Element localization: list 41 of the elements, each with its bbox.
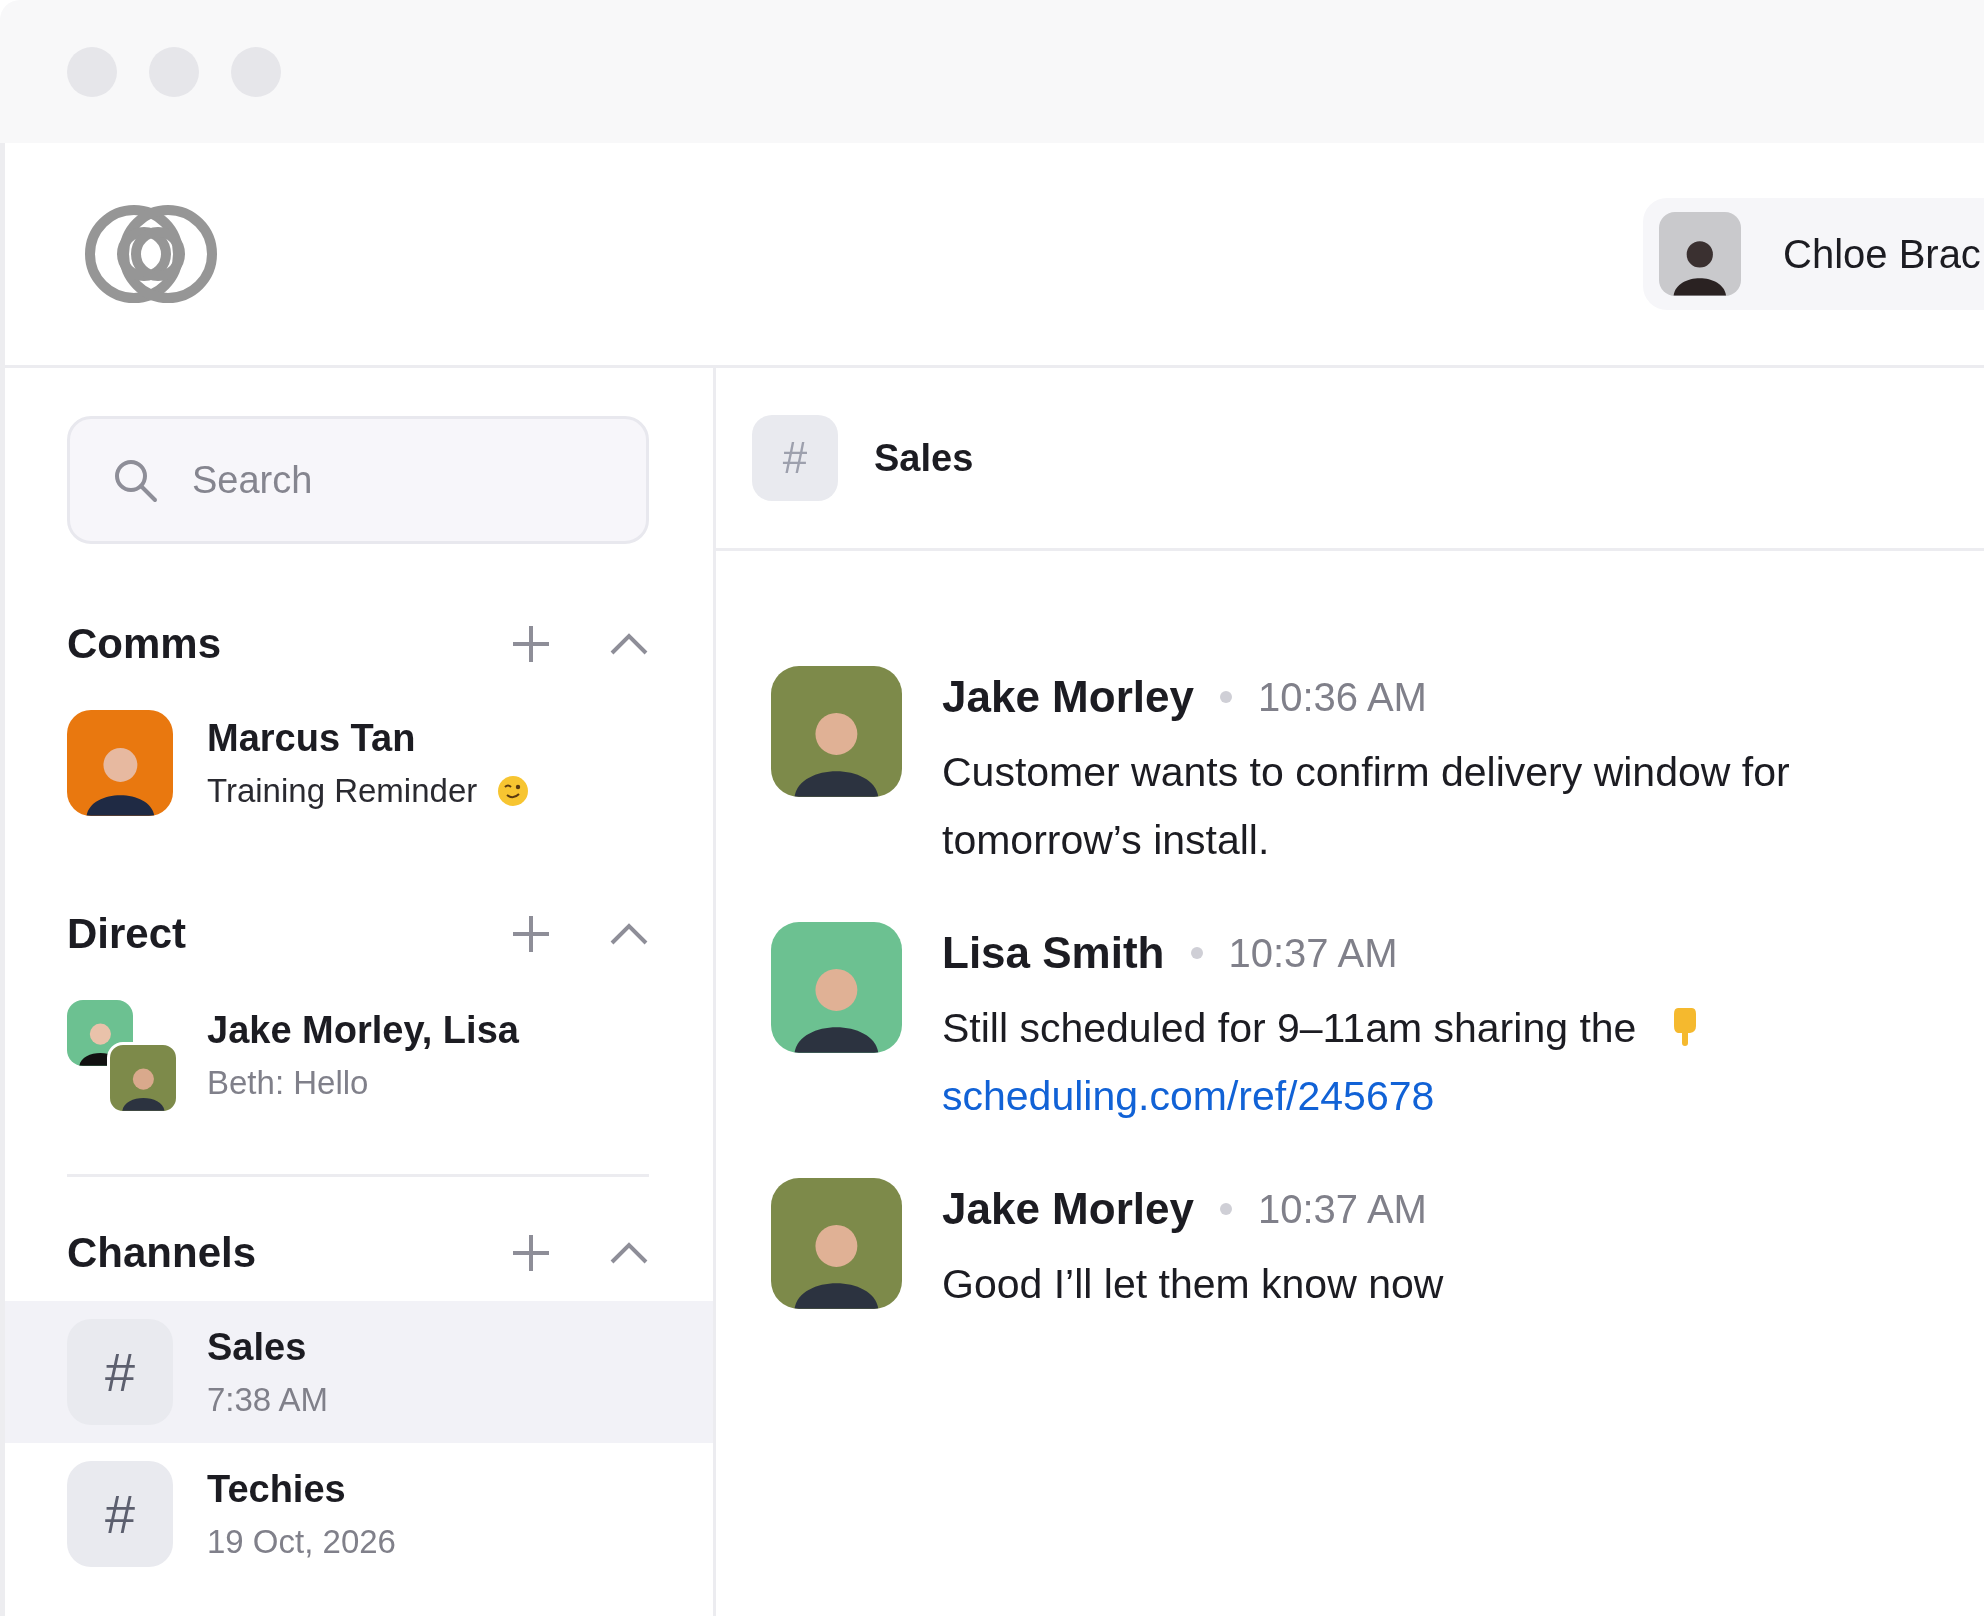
message-time: 10:37 AM [1228, 930, 1398, 976]
search-field[interactable]: Search [67, 416, 649, 544]
message-text: Good I’ll let them know now [942, 1261, 1444, 1307]
conversation-item[interactable]: Jake Morley, Lisa Beth: Hello [5, 982, 713, 1128]
message-text: Customer wants to confirm delivery window for tomorrow’s install. [942, 749, 1790, 863]
message-time: 10:37 AM [1257, 1186, 1427, 1232]
collapse-chevron-icon[interactable] [609, 922, 649, 946]
section-title: Channels [67, 1229, 258, 1277]
message-text: Still scheduled for 9–11am sharing the [942, 1005, 1637, 1051]
conversation-name: Jake Morley, Lisa [207, 1008, 519, 1052]
avatar-photo-placeholder [107, 1042, 179, 1114]
message-time: 10:36 AM [1257, 674, 1427, 720]
conversation-preview: 7:38 AM [207, 1380, 329, 1419]
message-link[interactable]: scheduling.com/ref/245678 [942, 1062, 1982, 1130]
conversation-name: Marcus Tan [207, 716, 417, 760]
separator-dot-icon [1219, 691, 1232, 703]
channel-title: Sales [874, 436, 974, 480]
collapse-chevron-icon[interactable] [609, 632, 649, 656]
add-icon[interactable] [511, 1233, 551, 1273]
add-icon[interactable] [511, 624, 551, 664]
conversation-name: Sales [207, 1325, 308, 1369]
channel-hash-tile: # [67, 1319, 173, 1425]
message-author: Lisa Smith [942, 928, 1165, 978]
separator-dot-icon [1219, 1203, 1232, 1215]
conversation-preview: Beth: Hello [207, 1063, 369, 1102]
conversation-preview: 19 Oct, 2026 [207, 1522, 396, 1561]
user-profile-chip[interactable]: Chloe Brac [1643, 198, 1984, 310]
section-title: Direct [67, 910, 188, 958]
add-icon[interactable] [511, 914, 551, 954]
conversation-item[interactable]: # Sales 7:38 AM [5, 1301, 713, 1443]
section-title: Comms [67, 620, 223, 668]
conversation-name: Techies [207, 1467, 347, 1511]
conversation-preview: Training Reminder [207, 771, 478, 810]
message-author: Jake Morley [942, 672, 1194, 722]
conversation-item[interactable]: Marcus Tan Training Reminder [5, 692, 713, 834]
message-author: Jake Morley [942, 1184, 1194, 1234]
conversation-item[interactable]: # Techies 19 Oct, 2026 [5, 1443, 713, 1585]
separator-dot-icon [1190, 947, 1203, 959]
collapse-chevron-icon[interactable] [609, 1241, 649, 1265]
channel-hash-tile: # [67, 1461, 173, 1567]
channel-hash-tile: # [752, 415, 838, 501]
